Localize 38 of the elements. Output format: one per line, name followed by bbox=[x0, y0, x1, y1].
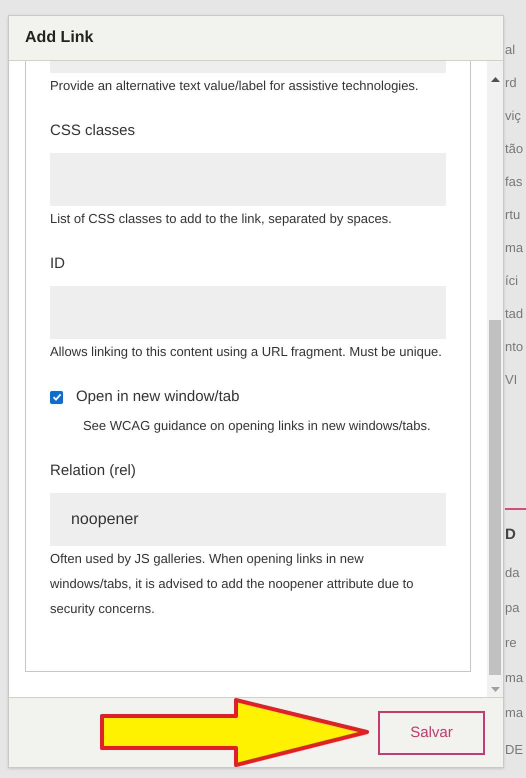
input-field[interactable] bbox=[50, 61, 446, 73]
help-text: List of CSS classes to add to the link, separated by spaces. bbox=[50, 210, 393, 228]
help-text: Often used by JS galleries. When opening links in new windows/tabs, it is advised to add the noopener attribute due to security concerns. bbox=[50, 550, 415, 618]
help-text: See WCAG guidance on opening links in new windows/tabs. bbox=[82, 417, 432, 435]
background-text: tad bbox=[505, 305, 524, 323]
scroll-up-icon[interactable] bbox=[490, 77, 500, 82]
help-text: Provide an alternative text value/label for assistive technologies. bbox=[50, 77, 420, 95]
save-button[interactable]: Salvar bbox=[378, 711, 485, 755]
background-text: ma bbox=[505, 239, 524, 257]
field-label: CSS classes bbox=[50, 121, 136, 141]
background-text: rd bbox=[505, 74, 518, 92]
background-text: fas bbox=[505, 173, 524, 191]
background-text: VI bbox=[505, 371, 518, 389]
scrollbar[interactable] bbox=[487, 61, 503, 697]
checkbox-label: Open in new window/tab bbox=[76, 387, 240, 407]
field-label: ID bbox=[50, 254, 66, 274]
dialog-title: Add Link bbox=[25, 28, 94, 48]
help-text: Allows linking to this content using a URL fragment. Must be unique. bbox=[50, 343, 443, 361]
background-text: pa bbox=[505, 598, 520, 617]
background-text: ma bbox=[505, 704, 524, 722]
background-text: DE bbox=[505, 740, 524, 758]
arrow-icon bbox=[100, 698, 370, 768]
background-text: ma bbox=[505, 668, 524, 686]
input-field[interactable]: noopener bbox=[50, 493, 446, 546]
background-text: re bbox=[505, 634, 518, 652]
background-text: da bbox=[505, 564, 520, 582]
background-text: viç bbox=[505, 107, 522, 125]
background-text: nto bbox=[505, 338, 524, 356]
background-text: al bbox=[505, 41, 516, 59]
field-label: Relation (rel) bbox=[50, 461, 137, 481]
background-text: rtu bbox=[505, 206, 522, 224]
checkbox[interactable] bbox=[50, 390, 63, 404]
background-heading: D bbox=[505, 525, 517, 545]
background-text: tão bbox=[505, 140, 524, 158]
scroll-thumb[interactable] bbox=[489, 320, 501, 675]
scroll-down-icon[interactable] bbox=[490, 687, 500, 692]
background-text: íci bbox=[505, 272, 519, 290]
check-icon bbox=[52, 392, 62, 402]
